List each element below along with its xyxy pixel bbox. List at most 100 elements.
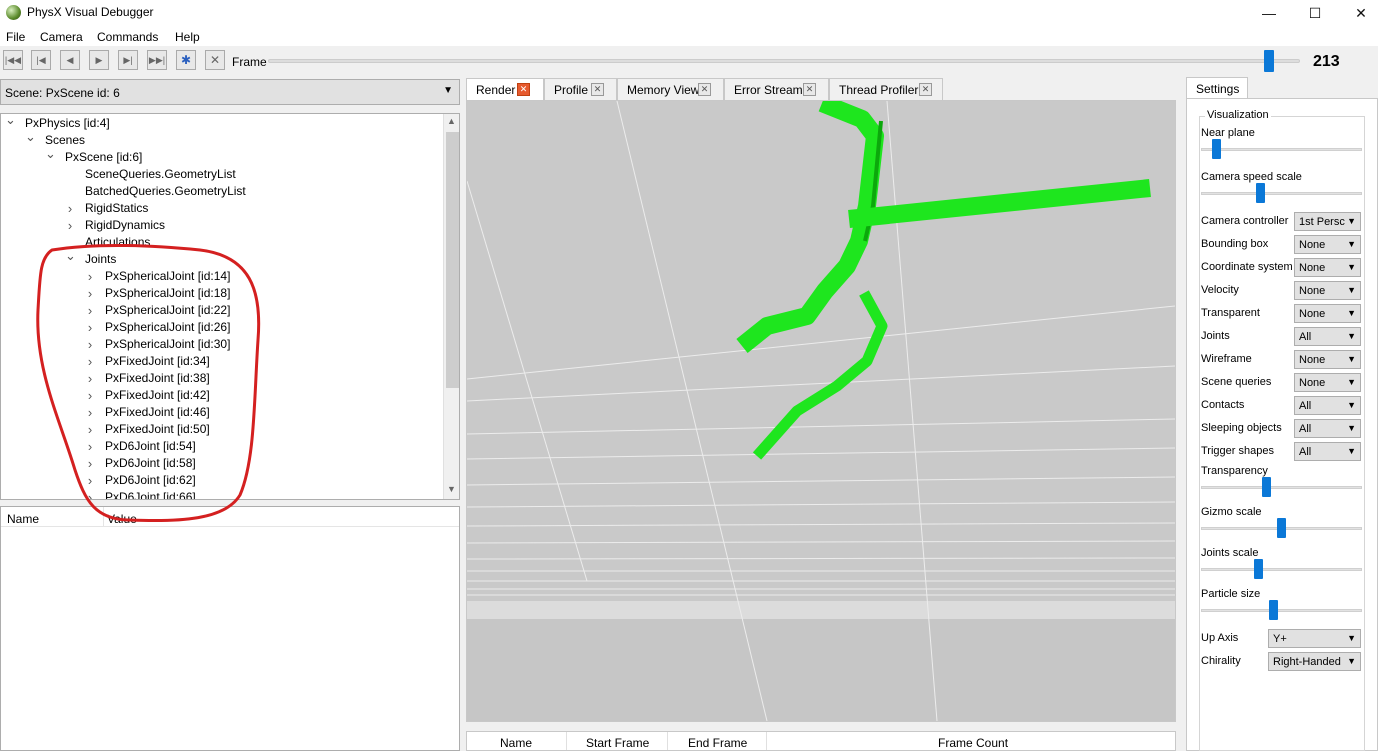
tree-item[interactable]: › PxFixedJoint [id:38] — [1, 370, 441, 387]
setting-dropdown[interactable]: None ▼ — [1294, 281, 1361, 300]
tree-item[interactable]: BatchedQueries.GeometryList — [1, 183, 441, 200]
close-icon[interactable]: ✕ — [591, 83, 604, 96]
chevron-right-icon[interactable]: › — [85, 285, 95, 302]
close-icon[interactable]: ✕ — [919, 83, 932, 96]
chevron-right-icon[interactable]: › — [85, 455, 95, 472]
close-button[interactable]: ✕ — [1338, 0, 1378, 26]
chevron-down-icon[interactable]: ⌄ — [25, 128, 36, 145]
setting-dropdown[interactable]: Right-Handed ▼ — [1268, 652, 1361, 671]
tree-scrollbar-thumb[interactable] — [446, 132, 459, 388]
slider-thumb[interactable] — [1255, 183, 1265, 203]
tree-item[interactable]: ⌄ Scenes — [1, 129, 441, 149]
maximize-button[interactable]: ☐ — [1292, 0, 1338, 26]
tree-item[interactable]: › PxFixedJoint [id:42] — [1, 387, 441, 404]
setting-dropdown[interactable]: All ▼ — [1294, 396, 1361, 415]
chevron-right-icon[interactable]: › — [65, 217, 75, 234]
tree-item[interactable]: › PxFixedJoint [id:34] — [1, 353, 441, 370]
slider-thumb[interactable] — [1277, 518, 1286, 538]
chevron-right-icon[interactable]: › — [65, 200, 75, 217]
tree-item[interactable]: › PxD6Joint [id:66] — [1, 489, 441, 499]
chevron-down-icon[interactable]: ⌄ — [5, 114, 16, 128]
slider-thumb[interactable] — [1254, 559, 1264, 579]
tree-item[interactable]: › PxSphericalJoint [id:18] — [1, 285, 441, 302]
close-icon[interactable]: ✕ — [698, 83, 711, 96]
timeline-count-header[interactable]: Frame Count — [938, 736, 1008, 750]
tree-item[interactable]: › PxD6Joint [id:54] — [1, 438, 441, 455]
scene-dropdown[interactable]: Scene: PxScene id: 6 ▼ — [0, 79, 460, 105]
properties-name-header[interactable]: Name — [7, 512, 39, 526]
slider-track[interactable] — [1201, 192, 1362, 195]
tree-item[interactable]: › PxD6Joint [id:62] — [1, 472, 441, 489]
disconnect-icon[interactable]: ✕ — [205, 50, 225, 70]
chevron-right-icon[interactable]: › — [85, 387, 95, 404]
next-marker-icon[interactable]: ▶| — [118, 50, 138, 70]
setting-dropdown[interactable]: 1st Persc ▼ — [1294, 212, 1361, 231]
close-icon[interactable]: ✕ — [803, 83, 816, 96]
tree-item[interactable]: › PxSphericalJoint [id:30] — [1, 336, 441, 353]
tree-item[interactable]: › PxD6Joint [id:58] — [1, 455, 441, 472]
slider-track[interactable] — [1201, 148, 1362, 151]
tree-item[interactable]: › PxSphericalJoint [id:22] — [1, 302, 441, 319]
chevron-right-icon[interactable]: › — [85, 489, 95, 499]
chevron-down-icon[interactable]: ⌄ — [65, 247, 76, 264]
scroll-up-icon[interactable]: ▲ — [447, 116, 456, 126]
setting-dropdown[interactable]: All ▼ — [1294, 327, 1361, 346]
play-icon[interactable]: ▶ — [89, 50, 109, 70]
menu-camera[interactable]: Camera — [40, 30, 83, 44]
close-icon[interactable]: ✕ — [517, 83, 530, 96]
tree-item[interactable]: › PxFixedJoint [id:50] — [1, 421, 441, 438]
slider-thumb[interactable] — [1261, 477, 1271, 497]
properties-value-header[interactable]: Value — [107, 512, 137, 526]
menu-help[interactable]: Help — [175, 30, 200, 44]
frame-slider-track[interactable] — [268, 59, 1300, 63]
setting-dropdown[interactable]: Y+ ▼ — [1268, 629, 1361, 648]
prev-marker-icon[interactable]: |◀ — [31, 50, 51, 70]
tab-render[interactable]: Render ✕ — [466, 78, 544, 101]
tab-thread-profiler[interactable]: Thread Profiler ✕ — [829, 78, 943, 100]
tree-item[interactable]: ⌄ PxScene [id:6] — [1, 146, 441, 166]
tree-item[interactable]: › PxSphericalJoint [id:14] — [1, 268, 441, 285]
setting-dropdown[interactable]: All ▼ — [1294, 442, 1361, 461]
chevron-right-icon[interactable]: › — [85, 421, 95, 438]
step-back-icon[interactable]: ◀ — [60, 50, 80, 70]
tree-item[interactable]: › RigidDynamics — [1, 217, 441, 234]
chevron-right-icon[interactable]: › — [85, 336, 95, 353]
tree-item[interactable]: SceneQueries.GeometryList — [1, 166, 441, 183]
timeline-start-header[interactable]: Start Frame — [586, 736, 649, 750]
frame-slider-thumb[interactable] — [1264, 50, 1275, 72]
slider-thumb[interactable] — [1211, 139, 1221, 159]
tab-profile[interactable]: Profile ✕ — [544, 78, 617, 100]
chevron-right-icon[interactable]: › — [85, 302, 95, 319]
connect-icon[interactable]: ✱ — [176, 50, 196, 70]
tree-item[interactable]: › PxSphericalJoint [id:26] — [1, 319, 441, 336]
first-frame-icon[interactable]: |◀◀ — [3, 50, 23, 70]
chevron-right-icon[interactable]: › — [85, 353, 95, 370]
slider-thumb[interactable] — [1269, 600, 1279, 620]
timeline-end-header[interactable]: End Frame — [688, 736, 747, 750]
tree-scrollbar[interactable]: ▲ ▼ — [443, 114, 459, 499]
scroll-down-icon[interactable]: ▼ — [447, 484, 456, 494]
tree-item[interactable]: › PxFixedJoint [id:46] — [1, 404, 441, 421]
setting-dropdown[interactable]: None ▼ — [1294, 235, 1361, 254]
menu-commands[interactable]: Commands — [97, 30, 158, 44]
tree-item[interactable]: › RigidStatics — [1, 200, 441, 217]
slider-track[interactable] — [1201, 568, 1362, 571]
setting-dropdown[interactable]: All ▼ — [1294, 419, 1361, 438]
chevron-right-icon[interactable]: › — [85, 438, 95, 455]
object-tree[interactable]: ⌄ PxPhysics [id:4] ⌄ Scenes ⌄ PxScene [id:6] S… — [0, 113, 460, 500]
chevron-right-icon[interactable]: › — [85, 370, 95, 387]
slider-track[interactable] — [1201, 486, 1362, 489]
timeline-name-header[interactable]: Name — [500, 736, 532, 750]
tab-memory-view[interactable]: Memory View ✕ — [617, 78, 724, 100]
last-frame-icon[interactable]: ▶▶| — [147, 50, 167, 70]
chevron-right-icon[interactable]: › — [85, 319, 95, 336]
chevron-down-icon[interactable]: ⌄ — [45, 145, 56, 162]
menu-file[interactable]: File — [6, 30, 25, 44]
setting-dropdown[interactable]: None ▼ — [1294, 350, 1361, 369]
tab-settings[interactable]: Settings — [1186, 77, 1248, 99]
setting-dropdown[interactable]: None ▼ — [1294, 258, 1361, 277]
chevron-right-icon[interactable]: › — [85, 404, 95, 421]
chevron-right-icon[interactable]: › — [85, 472, 95, 489]
tree-item[interactable]: ⌄ PxPhysics [id:4] — [1, 114, 441, 132]
setting-dropdown[interactable]: None ▼ — [1294, 304, 1361, 323]
